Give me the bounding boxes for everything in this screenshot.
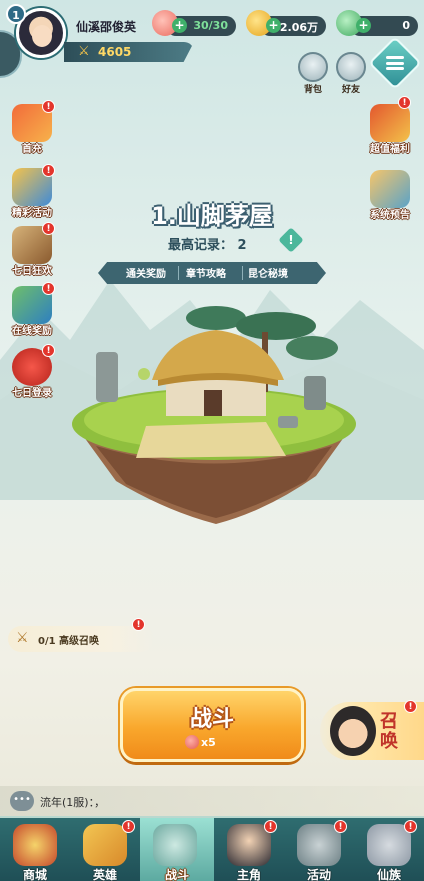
- add-gem-button[interactable]: +: [356, 18, 371, 33]
- add-stamina-button[interactable]: +: [172, 18, 187, 33]
- battle-button[interactable]: 战斗 x5: [120, 688, 304, 762]
- best-record-label: 最高记录：: [168, 238, 234, 253]
- chat-bar[interactable]: ••• 流年(1服)：，: [0, 786, 424, 816]
- notification-badge: !: [404, 700, 417, 713]
- combat-power-bar: ⚔ 4605: [64, 42, 194, 62]
- chat-bubble-icon[interactable]: •••: [10, 791, 34, 811]
- nav-label: 英雄: [92, 868, 117, 881]
- nav-heroes[interactable]: ! 英雄: [70, 818, 140, 881]
- nav-label: 活动: [306, 868, 331, 881]
- bottom-nav: 商城 ! 英雄 战斗 ! 主角 ! 活动 ! 仙族: [0, 816, 424, 881]
- side-item-first-recharge[interactable]: ! 首充: [4, 100, 60, 158]
- battle-icon: [153, 824, 197, 866]
- gem-value: 0: [402, 19, 410, 32]
- notification-badge: !: [404, 820, 417, 833]
- notification-badge: !: [334, 820, 347, 833]
- side-item-label: 首充: [22, 144, 42, 155]
- advanced-summon-progress-text: 0/1 高级召唤: [38, 636, 100, 647]
- notification-badge: !: [132, 618, 145, 631]
- side-item-label: 超值福利: [370, 144, 410, 155]
- notification-badge: !: [42, 282, 55, 295]
- notification-badge: !: [264, 820, 277, 833]
- side-item-label: 七日狂欢: [12, 266, 52, 277]
- player-name: 仙溪邵俊英: [76, 20, 137, 34]
- friends-icon[interactable]: [336, 52, 366, 82]
- best-record: 最高记录： 2: [168, 234, 247, 253]
- nav-label: 仙族: [376, 868, 401, 881]
- side-item-label: 七日登录: [12, 388, 52, 399]
- notification-badge: !: [122, 820, 135, 833]
- advanced-summon-progress[interactable]: ⚔ 0/1 高级召唤: [8, 626, 154, 652]
- treasure-chest-icon: [370, 104, 410, 142]
- side-item-seven-day-login[interactable]: ! 七日登录: [4, 344, 60, 402]
- nav-label: 主角: [236, 868, 261, 881]
- side-item-value-welfare[interactable]: ! 超值福利: [362, 96, 418, 158]
- chat-message: 流年(1服)：，: [40, 796, 106, 809]
- side-item-online-reward[interactable]: ! 在线奖励: [4, 282, 60, 340]
- nav-label: 战斗: [164, 868, 189, 881]
- combat-power-value: 4605: [98, 45, 132, 59]
- notification-badge: !: [398, 96, 411, 109]
- tab-clear-reward[interactable]: 通关奖励: [112, 265, 166, 280]
- nav-label: 商城: [22, 868, 47, 881]
- peach-icon: [185, 735, 199, 749]
- gold-value: 2.06万: [279, 21, 318, 34]
- side-item-label: 在线奖励: [12, 326, 52, 337]
- tab-chapter-guide[interactable]: 章节攻略: [186, 265, 226, 280]
- stamina-resource: + 30/30: [152, 10, 236, 36]
- notification-badge: !: [42, 344, 55, 357]
- nav-protagonist[interactable]: ! 主角: [214, 818, 284, 881]
- floating-island[interactable]: [66, 296, 362, 526]
- backpack-label: 背包: [303, 85, 322, 95]
- nav-battle[interactable]: 战斗: [140, 818, 214, 881]
- battle-cost: x5: [201, 736, 216, 749]
- gem-resource: + 0: [336, 10, 418, 36]
- notification-badge: !: [42, 164, 55, 177]
- stage-title: 1.山脚茅屋: [151, 202, 273, 230]
- summon-hero-portrait: [330, 706, 376, 756]
- friends-label: 好友: [341, 85, 360, 95]
- add-gold-button[interactable]: +: [266, 18, 281, 33]
- notification-badge: !: [42, 100, 55, 113]
- summon-button-label: 召唤: [380, 711, 398, 752]
- menu-icon: [386, 56, 404, 70]
- tab-kunlun-realm[interactable]: 昆仑秘境: [248, 265, 288, 280]
- best-record-value: 2: [237, 238, 247, 253]
- stage-tabs: 通关奖励 章节攻略 昆仑秘境: [98, 262, 326, 284]
- info-icon[interactable]: !: [278, 227, 304, 253]
- nav-clan[interactable]: ! 仙族: [354, 818, 424, 881]
- heroes-icon: [83, 824, 127, 866]
- gold-resource: + 2.06万: [246, 10, 326, 36]
- battle-button-label: 战斗: [189, 707, 234, 732]
- crossed-swords-icon: ⚔: [78, 44, 90, 59]
- summon-key-icon: ⚔: [16, 630, 29, 646]
- stamina-value: 30/30: [193, 19, 228, 32]
- nav-shop[interactable]: 商城: [0, 818, 70, 881]
- backpack-icon[interactable]: [298, 52, 328, 82]
- nav-activity[interactable]: ! 活动: [284, 818, 354, 881]
- player-level-badge: 1: [6, 4, 26, 24]
- shop-icon: [13, 824, 57, 866]
